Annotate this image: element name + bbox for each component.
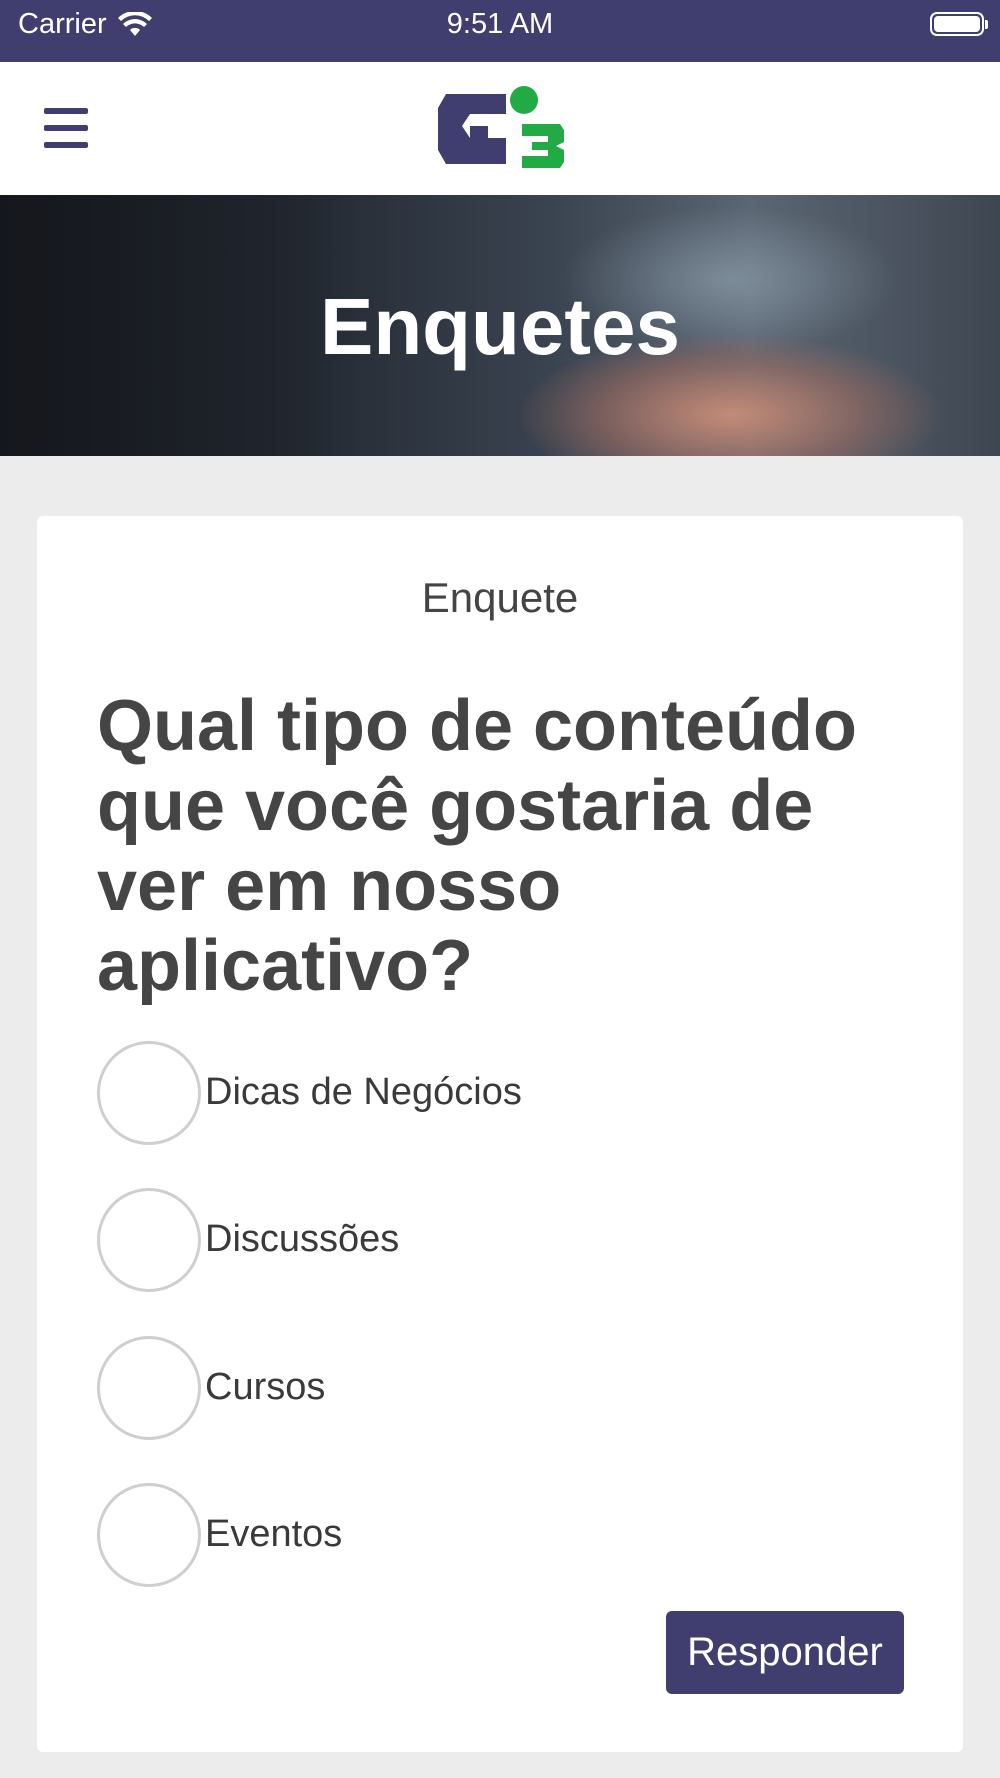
hamburger-menu-icon[interactable] bbox=[44, 108, 88, 148]
poll-option-dicas-de-negocios[interactable]: Dicas de Negócios bbox=[97, 1041, 797, 1145]
submit-answer-button[interactable]: Responder bbox=[666, 1611, 904, 1694]
page-title: Enquetes bbox=[319, 282, 681, 371]
poll-option-label: Cursos bbox=[205, 1366, 326, 1408]
status-time: 9:51 AM bbox=[446, 8, 554, 40]
radio-button[interactable] bbox=[97, 1336, 201, 1440]
radio-button[interactable] bbox=[97, 1483, 201, 1587]
poll-option-label: Eventos bbox=[205, 1513, 343, 1555]
poll-option-label: Dicas de Negócios bbox=[205, 1071, 522, 1113]
poll-option-eventos[interactable]: Eventos bbox=[97, 1483, 797, 1587]
poll-card: Enquete Qual tipo de conteúdo que você g… bbox=[37, 516, 963, 1752]
battery-icon bbox=[930, 12, 988, 36]
poll-option-label: Discussões bbox=[205, 1218, 400, 1260]
hero-banner: Enquetes bbox=[0, 195, 1000, 456]
app-header bbox=[0, 62, 1000, 195]
poll-option-cursos[interactable]: Cursos bbox=[97, 1336, 797, 1440]
radio-button[interactable] bbox=[97, 1041, 201, 1145]
gb-logo-icon bbox=[438, 86, 564, 168]
radio-button[interactable] bbox=[97, 1188, 201, 1292]
poll-question: Qual tipo de conteúdo que você gostaria … bbox=[97, 686, 857, 1006]
status-bar: Carrier 9:51 AM bbox=[0, 0, 1000, 62]
poll-option-discussoes[interactable]: Discussões bbox=[97, 1188, 797, 1292]
poll-label: Enquete bbox=[421, 574, 579, 621]
